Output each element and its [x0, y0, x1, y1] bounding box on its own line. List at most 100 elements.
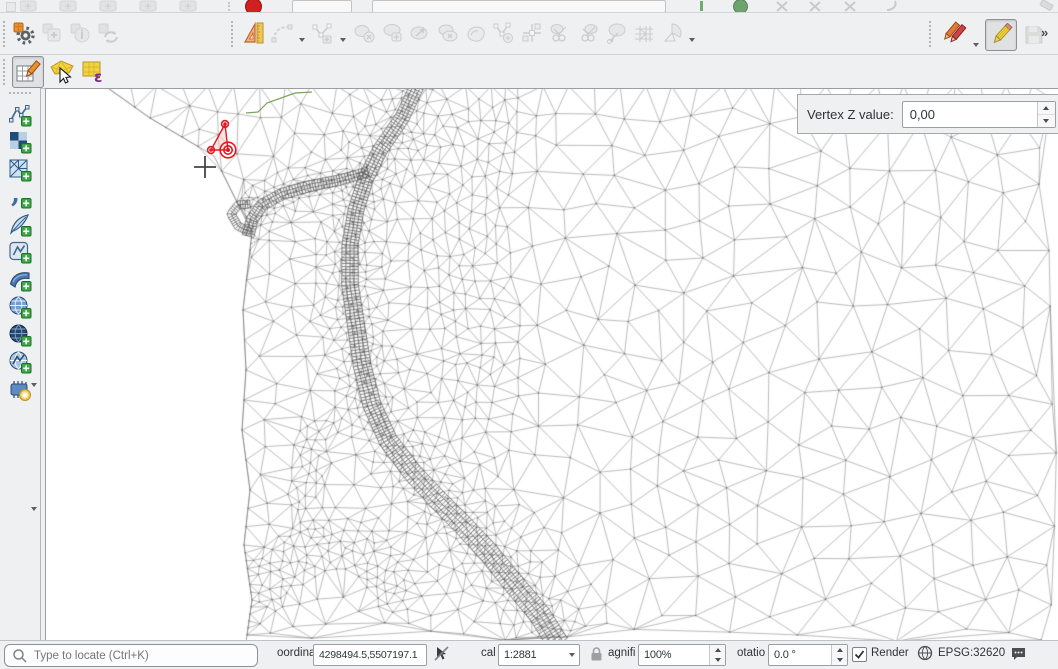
magnifier-label: agnifi	[608, 647, 636, 659]
add-web-tools-icon[interactable]	[8, 378, 32, 402]
mesh-edit-tool-icon[interactable]	[352, 21, 376, 45]
red-record-icon[interactable]	[245, 0, 262, 13]
mesh-edit-tool-icon[interactable]	[576, 21, 600, 45]
mesh-edit-tool-icon[interactable]	[436, 21, 460, 45]
add-mesh-layer-icon[interactable]	[8, 158, 32, 182]
add-virtual-layer-icon[interactable]	[8, 240, 32, 264]
add-delimited-text-layer-icon[interactable]: ,	[8, 185, 32, 209]
lock-scale-icon[interactable]	[588, 645, 606, 663]
qgis-window: { "toolbar": { "overflow_chevron": "»", …	[0, 0, 1058, 655]
mesh-edit-tool-icon[interactable]	[464, 21, 488, 45]
transform-mesh-vertices-icon[interactable]: ε	[80, 58, 108, 86]
mesh-edit-tool-icon[interactable]	[380, 21, 404, 45]
select-mesh-elements-icon[interactable]	[48, 58, 76, 86]
add-spatialite-layer-icon[interactable]	[8, 213, 32, 237]
locate-box[interactable]	[4, 644, 258, 667]
vertex-z-spinbox[interactable]: 0,00	[902, 101, 1056, 128]
clipped-pencil-icon	[1036, 0, 1056, 12]
scale-combobox[interactable]: 1:2881	[498, 644, 580, 666]
toolbar-handle[interactable]	[3, 59, 10, 85]
add-wfs-layer-icon[interactable]	[8, 350, 32, 374]
spin-up-button[interactable]	[1038, 102, 1055, 115]
toolbar-handle[interactable]	[929, 21, 936, 47]
mesh-edit-tool-icon[interactable]	[492, 21, 516, 45]
add-wms-layer-icon[interactable]	[8, 295, 32, 319]
processing-gear-cube-icon[interactable]	[12, 21, 36, 45]
triangle-up-icon[interactable]	[715, 648, 721, 652]
toolbar-handle	[228, 2, 234, 11]
chevron-down-icon	[569, 653, 575, 657]
rotation-spinbox[interactable]: 0.0 °	[768, 644, 848, 666]
curve-digitize-icon[interactable]	[270, 21, 294, 45]
mesh-edit-tool-icon[interactable]	[520, 21, 544, 45]
mesh-edit-tool-icon[interactable]	[548, 21, 572, 45]
triangle-down-icon	[1043, 119, 1049, 123]
add-vector-layer-icon[interactable]	[8, 103, 32, 127]
clipped-toolbar-strip	[0, 0, 1058, 13]
toolbar-overflow-chevron[interactable]: »	[1041, 25, 1048, 40]
mesh-edit-tool-icon[interactable]	[632, 21, 656, 45]
coordinate-label: oordina	[277, 647, 315, 659]
add-raster-layer-icon[interactable]	[8, 130, 32, 154]
triangle-up-icon	[1043, 106, 1049, 110]
locate-input[interactable]	[32, 649, 246, 663]
triangle-down-icon[interactable]	[715, 658, 721, 662]
mouse-position-toggle-icon[interactable]	[433, 645, 451, 663]
green-bar-icon	[700, 1, 703, 11]
render-label: Render	[871, 647, 909, 659]
clipped-disabled-icons	[775, 0, 905, 12]
new-mesh-icon[interactable]	[40, 21, 64, 45]
digitize-mesh-elements-button[interactable]	[12, 56, 44, 88]
messages-bubble-icon[interactable]	[1010, 645, 1028, 663]
magnifier-value[interactable]: 100%	[644, 649, 709, 661]
mesh-edit-tool-icon[interactable]	[660, 21, 684, 45]
mesh-edit-tool-icon[interactable]	[604, 21, 628, 45]
triangle-down-icon[interactable]	[837, 658, 843, 662]
toolbar-handle[interactable]	[231, 21, 238, 47]
vertex-z-label: Vertex Z value:	[807, 107, 894, 122]
clipped-snap-icons[interactable]	[20, 0, 220, 12]
add-wcs-layer-icon[interactable]	[8, 323, 32, 347]
add-database-layer-icon[interactable]	[8, 268, 32, 292]
mesh-digitizing-toolbar: ε	[0, 55, 1058, 89]
mesh-layer-rendering	[46, 89, 1058, 640]
rotation-label: otatio	[737, 647, 765, 659]
mesh-info-icon[interactable]	[68, 21, 92, 45]
setsquare-digitizing-icon[interactable]	[242, 21, 266, 45]
vertex-z-value[interactable]: 0,00	[910, 107, 1037, 122]
scale-value[interactable]: 1:2881	[504, 649, 569, 661]
svg-text:ε: ε	[94, 68, 102, 85]
magnifier-spinbox[interactable]: 100%	[638, 644, 726, 666]
crs-globe-icon[interactable]	[917, 645, 935, 663]
chevron-down-icon[interactable]	[340, 38, 346, 42]
chevron-down-icon[interactable]	[689, 38, 695, 42]
node-tool-icon[interactable]	[311, 21, 335, 45]
toolbar-handle[interactable]	[3, 21, 10, 47]
rotation-value[interactable]: 0.0 °	[774, 649, 831, 661]
mesh-edit-pencil-button[interactable]	[985, 19, 1017, 51]
coordinate-value[interactable]: 4298494.5,5507197.1	[319, 649, 426, 661]
toolbar-handle[interactable]	[9, 92, 31, 99]
scale-label: cal	[481, 647, 496, 659]
svg-text:,: ,	[11, 185, 20, 209]
coordinate-field[interactable]: 4298494.5,5507197.1	[313, 644, 427, 666]
chevron-down-icon[interactable]	[973, 43, 979, 47]
chevron-down-icon[interactable]	[299, 38, 305, 42]
chevron-down-icon[interactable]	[31, 383, 37, 387]
crs-label[interactable]: EPSG:32620	[938, 647, 1005, 659]
map-canvas[interactable]	[45, 88, 1058, 641]
manage-layers-toolbar: ,	[0, 88, 41, 640]
mesh-edit-tool-icon[interactable]	[408, 21, 432, 45]
green-layer-icon[interactable]	[733, 0, 748, 13]
clipped-icon[interactable]	[6, 2, 16, 12]
vertex-z-panel: Vertex Z value: 0,00	[797, 94, 1058, 134]
search-icon	[12, 648, 28, 664]
reload-mesh-icon[interactable]	[96, 21, 120, 45]
spin-down-button[interactable]	[1038, 115, 1055, 127]
clipped-combo-wide[interactable]	[372, 0, 666, 13]
clipped-combo-small[interactable]	[292, 0, 352, 13]
triangle-up-icon[interactable]	[837, 648, 843, 652]
toggle-editing-pencils-icon[interactable]	[941, 21, 968, 49]
main-toolbar: »	[0, 13, 1058, 55]
chevron-down-icon[interactable]	[31, 507, 37, 511]
